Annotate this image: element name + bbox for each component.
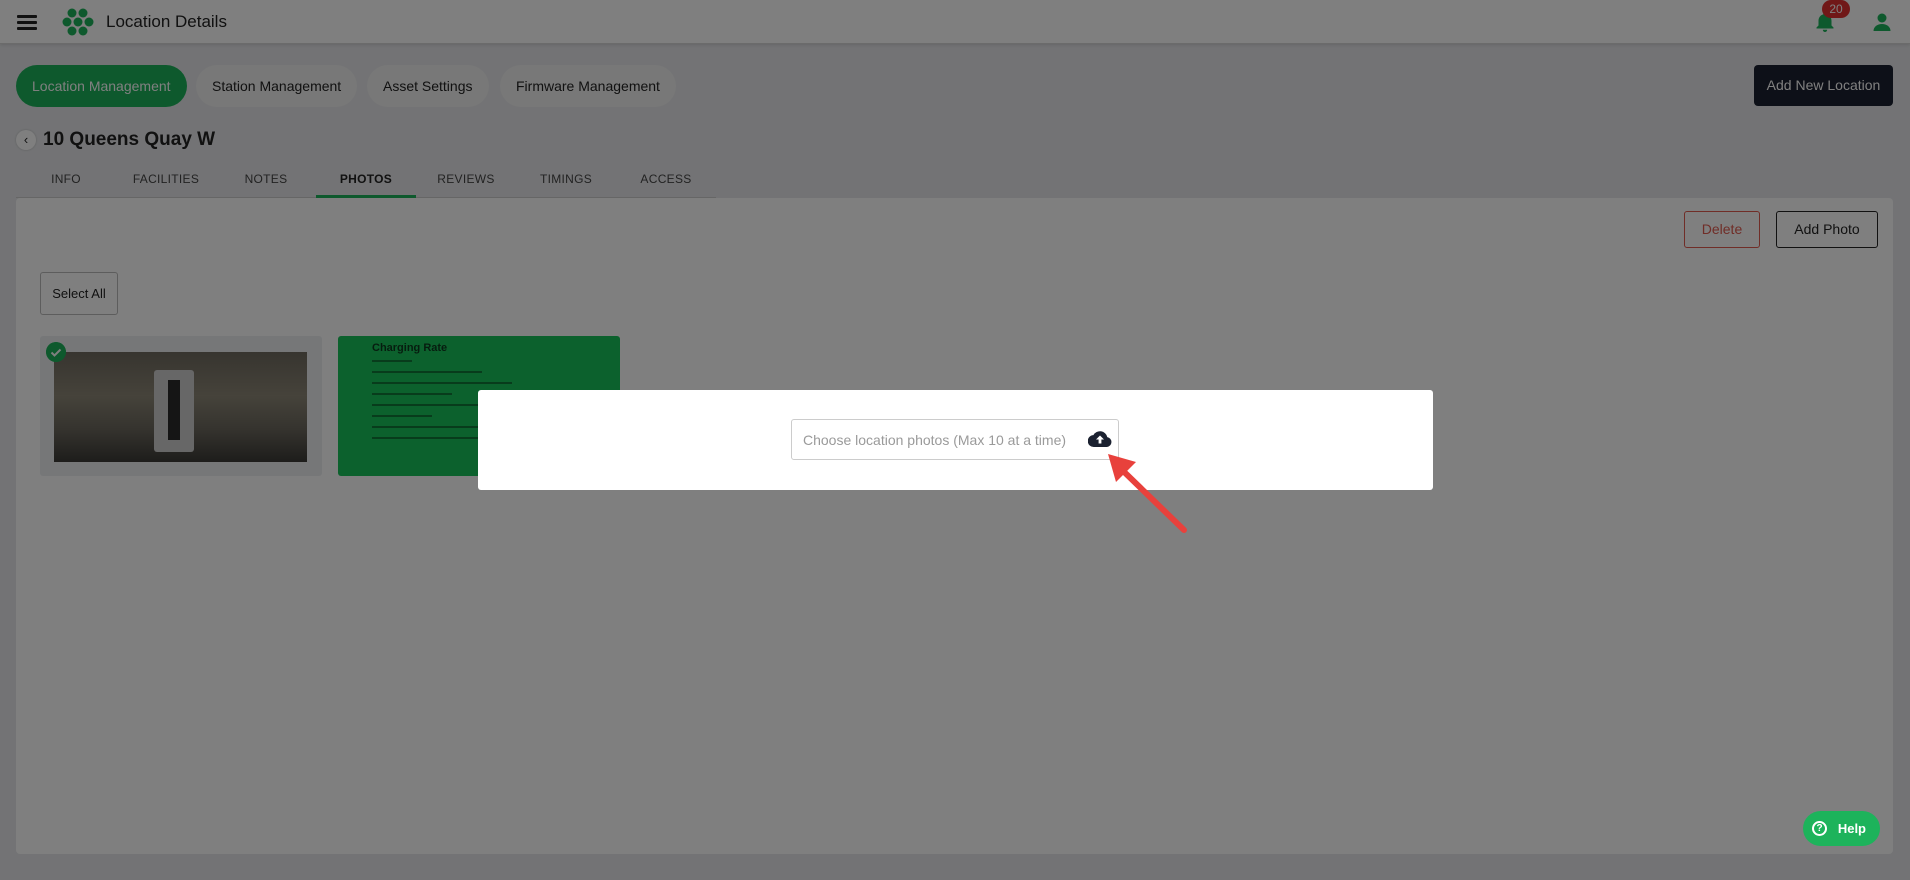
photo-file-input[interactable]: Choose location photos (Max 10 at a time…	[791, 419, 1119, 460]
file-input-placeholder: Choose location photos (Max 10 at a time…	[803, 432, 1067, 448]
cloud-upload-icon[interactable]	[1088, 430, 1112, 448]
help-label: Help	[1837, 821, 1866, 836]
upload-photos-modal: Choose location photos (Max 10 at a time…	[478, 390, 1433, 490]
help-icon: ?	[1812, 821, 1827, 836]
help-button[interactable]: ? Help	[1803, 811, 1880, 846]
red-arrow-annotation	[1108, 454, 1187, 533]
